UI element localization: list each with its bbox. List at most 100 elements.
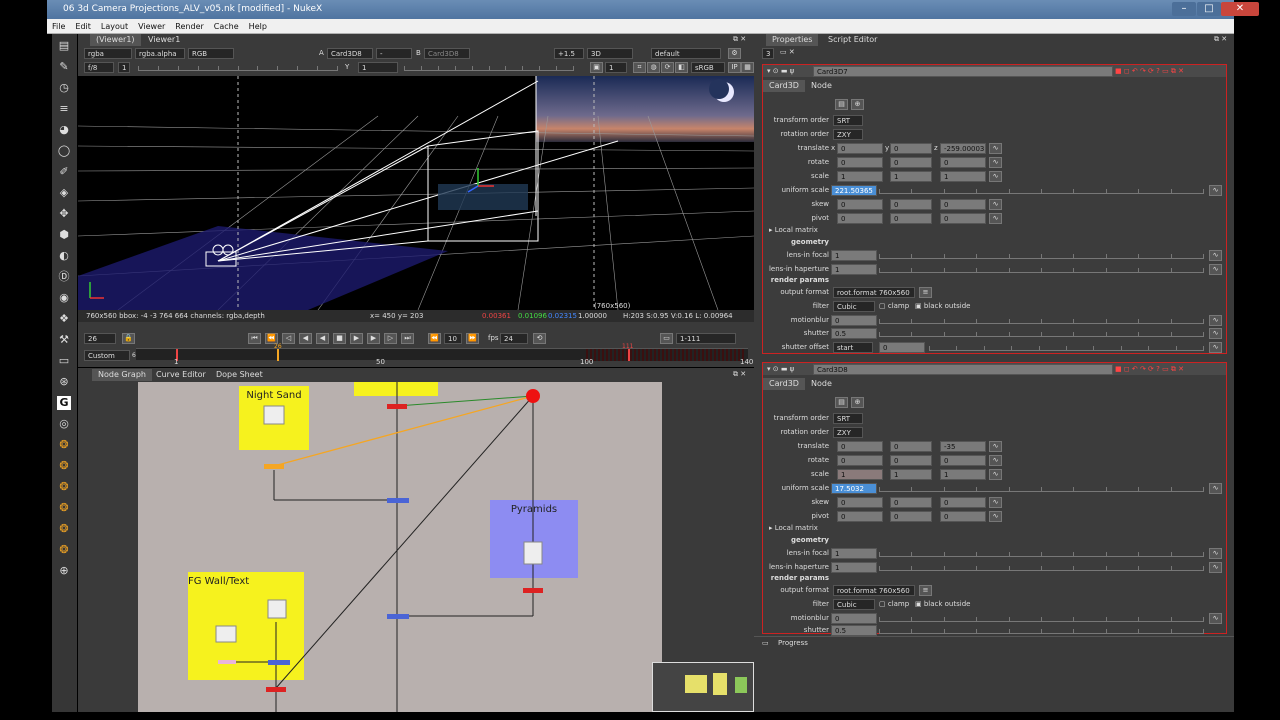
panel-card3d7-translate-x[interactable]: 0 bbox=[837, 143, 883, 154]
plugin-globe-icon[interactable]: ⊕ bbox=[57, 564, 71, 578]
panel-card3d8-pivot-anim-icon[interactable]: ∿ bbox=[989, 511, 1002, 522]
plugin-icon[interactable]: ◎ bbox=[57, 417, 71, 431]
panel-card3d7-tab-node[interactable]: Node bbox=[805, 80, 838, 92]
panel-card3d7-lens-focal-slider[interactable] bbox=[879, 250, 1204, 259]
panel-card3d7-rotation-order-select[interactable]: ZXY bbox=[833, 129, 863, 140]
camera-select[interactable]: default bbox=[651, 48, 721, 59]
display-select[interactable]: RGB bbox=[188, 48, 234, 59]
read-node-fg-1[interactable] bbox=[267, 599, 287, 619]
input-op-select[interactable]: - bbox=[376, 48, 412, 59]
node-graph-minimap[interactable] bbox=[652, 662, 754, 712]
views-icon[interactable]: ◐ bbox=[57, 249, 71, 263]
grade-node-fg[interactable] bbox=[218, 660, 236, 664]
merge-icon[interactable]: ◈ bbox=[57, 186, 71, 200]
tab-viewer1-locked[interactable]: (Viewer1) bbox=[90, 34, 141, 46]
plugin-orange-icon-3[interactable]: ❂ bbox=[57, 480, 71, 494]
panel-card3d8-scale-x[interactable]: 1 bbox=[837, 469, 883, 480]
panel-card3d8-rotate-y[interactable]: 0 bbox=[890, 455, 932, 466]
panel-card3d7-filter-select[interactable]: Cubic bbox=[833, 301, 875, 312]
viewer-settings-icon[interactable]: ⚙ bbox=[728, 48, 741, 59]
panel-card3d8-scale-anim-icon[interactable]: ∿ bbox=[989, 469, 1002, 480]
lut-icon[interactable]: ▣ bbox=[590, 62, 603, 73]
panel-card3d8-controls-icon[interactable]: ▾ ⊙ ▬ ψ bbox=[767, 365, 794, 373]
panel-card3d7-shutter-offset-slider[interactable] bbox=[929, 342, 1204, 351]
prev-frame-button[interactable]: ◀ bbox=[299, 333, 312, 344]
panel-card3d8-uniform-scale-anim-icon[interactable]: ∿ bbox=[1209, 483, 1222, 494]
frame-field[interactable]: 1 bbox=[118, 62, 130, 73]
maximize-button[interactable]: □ bbox=[1197, 2, 1221, 16]
panel-card3d7-pivot-anim-icon[interactable]: ∿ bbox=[989, 213, 1002, 224]
panel-card3d8-skew-anim-icon[interactable]: ∿ bbox=[989, 497, 1002, 508]
progress-label[interactable]: Progress bbox=[778, 639, 808, 647]
panel-card3d7-lens-haperture-field[interactable]: 1 bbox=[831, 264, 877, 275]
panel-card3d7-lens-focal-field[interactable]: 1 bbox=[831, 250, 877, 261]
merge-node-low[interactable] bbox=[387, 614, 409, 619]
panel-card3d7-black-outside-checkbox[interactable]: ▣ black outside bbox=[915, 302, 970, 310]
furnace-icon[interactable]: ⊛ bbox=[57, 375, 71, 389]
panel-card3d7-lens-haperture-slider[interactable] bbox=[879, 264, 1204, 273]
image-icon[interactable]: ▤ bbox=[57, 39, 71, 53]
menu-edit[interactable]: Edit bbox=[70, 19, 96, 34]
panel-card3d7-controls-icon[interactable]: ▾ ⊙ ▬ ψ bbox=[767, 67, 794, 75]
panel-card3d8-translate-z[interactable]: -35 bbox=[940, 441, 986, 452]
panel-card3d7-shutter-anim-icon[interactable]: ∿ bbox=[1209, 328, 1222, 339]
card-node-pyramids[interactable] bbox=[523, 588, 543, 593]
play-forward-button[interactable]: ▶ bbox=[350, 333, 363, 344]
panel-card3d8-file-icon[interactable]: ▤ bbox=[835, 397, 848, 408]
gamma-field[interactable]: 1 bbox=[358, 62, 398, 73]
panel-card3d7-tools-icon[interactable]: ■ ◻ ↶ ↷ ⟳ ? ▭ ⧉ ✕ bbox=[1115, 67, 1184, 76]
panel-card3d8-translate-y[interactable]: 0 bbox=[890, 441, 932, 452]
panel-card3d8-motionblur-slider[interactable] bbox=[879, 613, 1204, 622]
properties-float-icon[interactable]: ⧉ ✕ bbox=[1214, 35, 1227, 44]
panel-card3d7-file-icon[interactable]: ▤ bbox=[835, 99, 848, 110]
read-node-night-sand[interactable] bbox=[263, 405, 285, 425]
panel-card3d8-skew-z[interactable]: 0 bbox=[940, 497, 986, 508]
panel-card3d7-output-format-select[interactable]: root.format 760x560 bbox=[833, 287, 915, 298]
close-button[interactable]: ✕ bbox=[1221, 2, 1259, 16]
plugin-orange-icon-5[interactable]: ❂ bbox=[57, 522, 71, 536]
panel-card3d7-shutter-field[interactable]: 0.5 bbox=[831, 328, 877, 339]
menu-file[interactable]: File bbox=[47, 19, 70, 34]
ip-icon[interactable]: IP bbox=[728, 62, 741, 73]
panel-card3d7-shutter-offset-field[interactable]: 0 bbox=[879, 342, 925, 353]
panel-card3d8-pivot-x[interactable]: 0 bbox=[837, 511, 883, 522]
last-frame-button[interactable]: ⏭ bbox=[401, 333, 414, 344]
panel-card3d7-translate-z[interactable]: -259.00003 bbox=[940, 143, 986, 154]
panel-card3d7-scale-x[interactable]: 1 bbox=[837, 171, 883, 182]
skip-forward-button[interactable]: ⏩ bbox=[466, 333, 479, 344]
tab-node-graph[interactable]: Node Graph bbox=[92, 369, 152, 381]
lock-icon[interactable]: 🔒 bbox=[122, 333, 135, 344]
panel-card3d7-lens-focal-anim-icon[interactable]: ∿ bbox=[1209, 250, 1222, 261]
panel-card3d7-scale-z[interactable]: 1 bbox=[940, 171, 986, 182]
panel-card3d7-shutter-offset-anim-icon[interactable]: ∿ bbox=[1209, 342, 1222, 353]
panel-card3d8-rotate-anim-icon[interactable]: ∿ bbox=[989, 455, 1002, 466]
panel-card3d8-lens-focal-anim-icon[interactable]: ∿ bbox=[1209, 548, 1222, 559]
panel-card3d7-pivot-y[interactable]: 0 bbox=[890, 213, 932, 224]
gizmo-g-icon[interactable]: G bbox=[57, 396, 71, 410]
read-node-fg-2[interactable] bbox=[215, 625, 237, 643]
merge-node-top[interactable] bbox=[387, 404, 407, 409]
panel-card3d7-format-menu-icon[interactable]: ≡ bbox=[919, 287, 932, 298]
panel-card3d8-shutter-field[interactable]: 0.5 bbox=[831, 625, 877, 636]
tab-dope-sheet[interactable]: Dope Sheet bbox=[210, 369, 269, 381]
menu-viewer[interactable]: Viewer bbox=[133, 19, 170, 34]
panel-card3d7-skew-y[interactable]: 0 bbox=[890, 199, 932, 210]
metadata-icon[interactable]: Ⓓ bbox=[57, 270, 71, 284]
fstop-select[interactable]: f/8 bbox=[84, 62, 114, 73]
playhead[interactable] bbox=[277, 349, 279, 361]
panel-card3d7-clamp-checkbox[interactable]: ▢ clamp bbox=[879, 302, 909, 310]
tab-viewer1[interactable]: Viewer1 bbox=[142, 34, 186, 46]
panel-card3d7-shutter-offset-select[interactable]: start bbox=[833, 342, 873, 353]
step-field[interactable]: 10 bbox=[444, 333, 462, 344]
float-pane-icon[interactable]: ⧉ ✕ bbox=[733, 35, 746, 44]
roi-icon[interactable]: ⌗ bbox=[633, 62, 646, 73]
menu-layout[interactable]: Layout bbox=[96, 19, 133, 34]
refresh-icon[interactable]: ⟳ bbox=[661, 62, 674, 73]
panel-card3d7-local-matrix-toggle[interactable]: ▸ Local matrix bbox=[769, 226, 818, 234]
next-frame-button[interactable]: ▶ bbox=[367, 333, 380, 344]
panel-card3d8-skew-x[interactable]: 0 bbox=[837, 497, 883, 508]
panel-card3d8-tab-card3d[interactable]: Card3D bbox=[763, 378, 805, 390]
panel-card3d8-rotate-z[interactable]: 0 bbox=[940, 455, 986, 466]
panel-card3d8-lens-haperture-field[interactable]: 1 bbox=[831, 562, 877, 573]
node-graph-float-icon[interactable]: ⧉ ✕ bbox=[733, 370, 746, 379]
